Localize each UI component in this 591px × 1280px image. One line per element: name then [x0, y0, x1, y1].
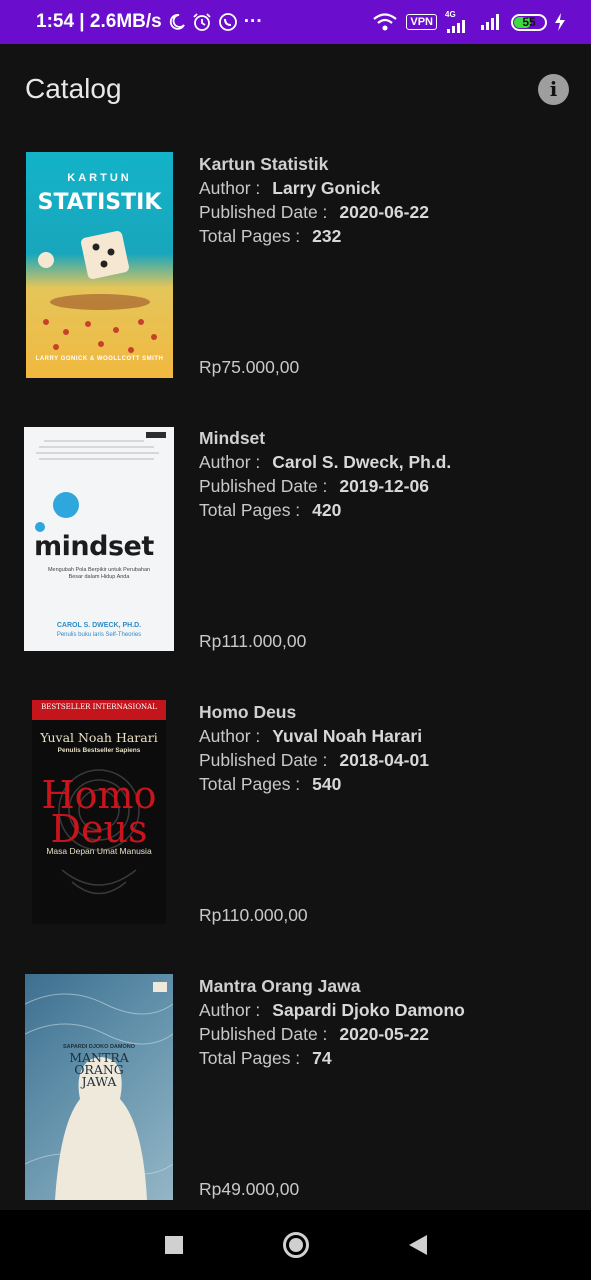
book-cover: mindset Mengubah Pola Berpikir untuk Per… — [24, 427, 174, 651]
list-item[interactable]: SAPARDI DJOKO DAMONO MANTRA ORANG JAWA M… — [0, 956, 591, 1200]
list-item[interactable]: KARTUN STATISTIK LARRY GONICK & WOOLLCOT… — [0, 134, 591, 378]
cover-subtitle: Mengubah Pola Berpikir untuk Perubahan B… — [47, 567, 151, 580]
published-label: Published Date : — [199, 1024, 328, 1044]
book-title: Mindset — [199, 428, 266, 448]
status-time: 1:54 | 2.6MB/s — [36, 11, 162, 32]
book-price: Rp75.000,00 — [199, 357, 300, 377]
book-info: Kartun Statistik Author : Larry Gonick Pu… — [199, 152, 429, 248]
book-cover: BESTSELLER INTERNASIONAL Yuval Noah Hara… — [32, 700, 166, 924]
wifi-icon — [372, 13, 398, 31]
pages-row: Total Pages : 74 — [199, 1046, 465, 1070]
pages-row: Total Pages : 420 — [199, 498, 451, 522]
book-info: Mantra Orang Jawa Author : Sapardi Djoko … — [199, 974, 465, 1070]
book-cover: KARTUN STATISTIK LARRY GONICK & WOOLLCOT… — [26, 152, 173, 378]
whatsapp-icon — [218, 12, 238, 32]
cover-authors: LARRY GONICK & WOOLLCOTT SMITH — [35, 356, 164, 362]
cover-title: mindset — [34, 531, 154, 562]
book-cover: SAPARDI DJOKO DAMONO MANTRA ORANG JAWA — [25, 974, 173, 1200]
pages-value: 232 — [312, 226, 342, 246]
signal-icon: 4G — [445, 11, 471, 33]
author-label: Author : — [199, 178, 261, 198]
cover-tagline: Penulis buku laris Self-Theories — [56, 632, 142, 638]
published-row: Published Date : 2020-05-22 — [199, 1022, 465, 1046]
vpn-badge: VPN — [406, 14, 437, 30]
author-value: Carol S. Dweck, Ph.d. — [272, 452, 452, 472]
published-row: Published Date : 2018-04-01 — [199, 748, 429, 772]
pages-label: Total Pages : — [199, 500, 301, 520]
home-icon[interactable] — [282, 1232, 309, 1258]
status-bar: 1:54 | 2.6MB/s ··· VPN 4G 55 — [0, 0, 591, 44]
book-title: Homo Deus — [199, 702, 297, 722]
published-label: Published Date : — [199, 476, 328, 496]
author-label: Author : — [199, 1000, 261, 1020]
author-row: Author : Sapardi Djoko Damono — [199, 998, 465, 1022]
cover-subtitle: Masa Depan Umat Manusia — [46, 846, 152, 856]
app-bar: Catalog i — [0, 44, 591, 134]
book-price: Rp49.000,00 — [199, 1179, 300, 1199]
more-indicator: ··· — [243, 11, 263, 32]
pages-value: 74 — [312, 1048, 332, 1068]
author-row: Author : Carol S. Dweck, Ph.d. — [199, 450, 451, 474]
author-label: Author : — [199, 726, 261, 746]
author-value: Larry Gonick — [272, 178, 381, 198]
navigation-bar — [0, 1210, 591, 1280]
list-item[interactable]: BESTSELLER INTERNASIONAL Yuval Noah Hara… — [0, 682, 591, 925]
pages-label: Total Pages : — [199, 1048, 301, 1068]
charging-icon — [555, 13, 565, 31]
book-price: Rp111.000,00 — [199, 631, 307, 651]
pages-row: Total Pages : 540 — [199, 772, 429, 796]
pages-label: Total Pages : — [199, 226, 301, 246]
pages-value: 420 — [312, 500, 342, 520]
moon-icon — [168, 13, 186, 31]
recents-icon[interactable] — [164, 1236, 183, 1254]
page-title: Catalog — [25, 73, 122, 104]
back-icon[interactable] — [408, 1235, 427, 1255]
published-row: Published Date : 2019-12-06 — [199, 474, 451, 498]
pages-value: 540 — [312, 774, 342, 794]
alarm-icon — [192, 12, 212, 32]
author-row: Author : Yuval Noah Harari — [199, 724, 429, 748]
author-row: Author : Larry Gonick — [199, 176, 429, 200]
author-value: Sapardi Djoko Damono — [272, 1000, 465, 1020]
list-item[interactable]: mindset Mengubah Pola Berpikir untuk Per… — [0, 408, 591, 651]
book-price: Rp110.000,00 — [199, 905, 308, 925]
cover-title: STATISTIK — [37, 190, 162, 215]
cover-series: KARTUN — [67, 172, 132, 184]
battery-level: 55 — [522, 14, 536, 29]
book-title: Mantra Orang Jawa — [199, 976, 361, 996]
battery-icon: 55 — [511, 13, 547, 31]
book-info: Homo Deus Author : Yuval Noah Harari Publ… — [199, 700, 429, 796]
published-label: Published Date : — [199, 750, 328, 770]
published-value: 2018-04-01 — [339, 750, 429, 770]
info-icon[interactable]: i — [538, 73, 569, 105]
published-label: Published Date : — [199, 202, 328, 222]
cover-title-2: Deus — [50, 807, 148, 851]
author-label: Author : — [199, 452, 261, 472]
cover-author: CAROL S. DWECK, PH.D. — [56, 622, 142, 629]
network-type: 4G — [445, 10, 456, 19]
author-value: Yuval Noah Harari — [272, 726, 423, 746]
published-value: 2020-06-22 — [339, 202, 429, 222]
book-title: Kartun Statistik — [199, 154, 329, 174]
published-row: Published Date : 2020-06-22 — [199, 200, 429, 224]
published-value: 2020-05-22 — [339, 1024, 429, 1044]
cover-title: MANTRA ORANG JAWA — [69, 1050, 129, 1089]
book-info: Mindset Author : Carol S. Dweck, Ph.d. Pu… — [199, 426, 451, 522]
pages-row: Total Pages : 232 — [199, 224, 429, 248]
published-value: 2019-12-06 — [339, 476, 429, 496]
pages-label: Total Pages : — [199, 774, 301, 794]
signal-icon-2 — [479, 14, 503, 30]
